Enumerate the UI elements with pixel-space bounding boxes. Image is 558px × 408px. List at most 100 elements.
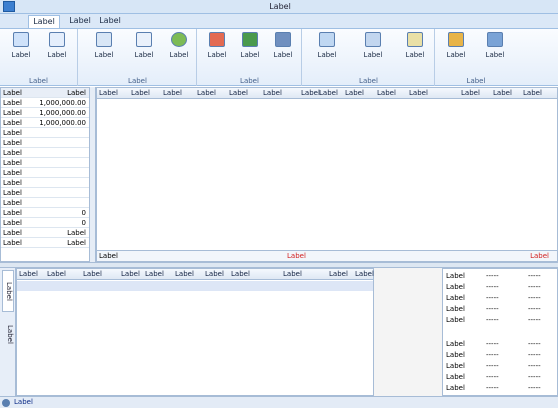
history-icon xyxy=(407,32,423,47)
bid-volume: ----- xyxy=(528,362,541,370)
internal-quotes-label: Label xyxy=(11,51,31,59)
tab-system[interactable]: Label xyxy=(98,15,122,28)
bid-row: Label ----- ----- xyxy=(446,339,556,349)
quote-col-header[interactable]: Label xyxy=(47,270,66,278)
today-delegation-button[interactable]: Label xyxy=(305,32,349,59)
holdings-col-header[interactable]: Label xyxy=(163,89,182,97)
holdings-hint: Label xyxy=(287,252,306,260)
holdings-col-header[interactable]: Label xyxy=(319,89,338,97)
account-row-key: Label xyxy=(3,99,22,107)
tab-self-selected-stocks[interactable]: Label xyxy=(2,270,14,312)
quote-col-header[interactable]: Label xyxy=(231,270,250,278)
account-row: Label xyxy=(1,128,89,138)
holdings-col-header[interactable]: Label xyxy=(99,89,118,97)
internal-quotes-button[interactable]: Label xyxy=(4,32,38,59)
holdings-col-header[interactable]: Label xyxy=(131,89,150,97)
ribbon-group-query: Label Label Label Label xyxy=(303,29,435,86)
account-row-value: 0 xyxy=(81,219,86,227)
app-window: Label Label Label Label Label Label Labe… xyxy=(0,0,558,408)
quote-col-header[interactable]: Label xyxy=(175,270,194,278)
account-row: Label xyxy=(1,148,89,158)
holdings-col-header[interactable]: Label xyxy=(263,89,282,97)
holdings-count: Label xyxy=(99,252,118,260)
today-transactions-button[interactable]: Label xyxy=(350,32,396,59)
account-row-key: Label xyxy=(3,159,22,167)
holdings-col-header[interactable]: Label xyxy=(523,89,542,97)
globe-icon xyxy=(171,32,187,47)
ask-row: Label ----- ----- xyxy=(446,282,556,292)
user-info-icon xyxy=(96,32,112,47)
account-row-key: Label xyxy=(3,129,22,137)
user-info-button[interactable]: Label xyxy=(82,32,126,59)
holdings-col-header[interactable]: Label xyxy=(345,89,364,97)
stock-tracker-button[interactable]: Label xyxy=(438,32,474,59)
bid-label: Label xyxy=(446,384,465,392)
line-chart-icon xyxy=(13,32,29,47)
holdings-col-header[interactable]: Label xyxy=(197,89,216,97)
cancel-order-button[interactable]: Label xyxy=(267,32,299,59)
status-bar: Label xyxy=(0,396,558,408)
short-line-tracker-button[interactable]: Label xyxy=(476,32,514,59)
account-row: Label xyxy=(1,168,89,178)
account-row-value: Label xyxy=(67,229,86,237)
external-quotes-button[interactable]: Label xyxy=(40,32,74,59)
account-row: Label xyxy=(1,158,89,168)
stock-tracker-label: Label xyxy=(446,51,466,59)
menu-tab-bar: Label Label Label xyxy=(0,14,558,28)
tab-main-function[interactable]: Label xyxy=(28,15,60,28)
holdings-col-header[interactable]: Label xyxy=(409,89,428,97)
bid-label: Label xyxy=(446,362,465,370)
order-book-panel: Label ----- ----- Label ----- ----- Label ---… xyxy=(442,268,558,396)
account-row-key: Label xyxy=(3,219,22,227)
external-quotes-label: Label xyxy=(47,51,67,59)
quote-col-header[interactable]: Label xyxy=(121,270,140,278)
bid-row: Label ----- ----- xyxy=(446,361,556,371)
ask-row: Label ----- ----- xyxy=(446,315,556,325)
account-row-key: Label xyxy=(3,139,22,147)
sell-button[interactable]: Label xyxy=(234,32,266,59)
bid-price: ----- xyxy=(486,373,499,381)
group-caption-query: Label xyxy=(359,77,378,85)
account-row-key: Label xyxy=(3,209,22,217)
quote-col-header[interactable]: Label xyxy=(145,270,164,278)
group-caption-quotes: Label xyxy=(29,77,48,85)
quote-col-header[interactable]: Label xyxy=(283,270,302,278)
performance-report-button[interactable]: Label xyxy=(127,32,161,59)
ask-label: Label xyxy=(446,283,465,291)
holdings-col-header[interactable]: Label xyxy=(377,89,396,97)
account-header-row: Label Label xyxy=(1,88,89,98)
account-summary-panel: Label Label Label 1,000,000.00 Label 1,000… xyxy=(0,87,90,262)
personal-home-button[interactable]: Label xyxy=(162,32,196,59)
holdings-col-header[interactable]: Label xyxy=(229,89,248,97)
operation-help-link[interactable]: Label xyxy=(530,252,549,260)
quote-col-header[interactable]: Label xyxy=(205,270,224,278)
group-caption-trade: Label xyxy=(240,77,259,85)
quote-selected-row[interactable] xyxy=(17,281,373,291)
account-row-key: Label xyxy=(3,109,22,117)
holdings-col-header[interactable]: Label xyxy=(461,89,480,97)
account-row-key: Label xyxy=(3,189,22,197)
tab-newest-stocks[interactable]: Label xyxy=(2,314,14,354)
bid-row: Label ----- ----- xyxy=(446,372,556,382)
feather-icon xyxy=(487,32,503,47)
history-transactions-button[interactable]: Label xyxy=(398,32,432,59)
account-row: Label 1,000,000.00 xyxy=(1,108,89,118)
account-header-value: Label xyxy=(67,89,86,97)
holdings-col-header[interactable]: Label xyxy=(301,89,320,97)
tab-service[interactable]: Label xyxy=(66,15,94,28)
holdings-col-header[interactable]: Label xyxy=(493,89,512,97)
account-row-key: Label xyxy=(3,199,22,207)
bid-volume: ----- xyxy=(528,340,541,348)
quote-col-header[interactable]: Label xyxy=(19,270,38,278)
account-row: Label xyxy=(1,188,89,198)
buy-label: Label xyxy=(207,51,227,59)
user-info-label: Label xyxy=(94,51,114,59)
buy-button[interactable]: Label xyxy=(201,32,233,59)
account-row: Label xyxy=(1,198,89,208)
status-message[interactable]: Label xyxy=(14,398,33,406)
account-row: Label 1,000,000.00 xyxy=(1,98,89,108)
quote-col-header[interactable]: Label xyxy=(355,270,374,278)
quote-col-header[interactable]: Label xyxy=(83,270,102,278)
quote-col-header[interactable]: Label xyxy=(329,270,348,278)
account-row-value: 1,000,000.00 xyxy=(39,109,86,117)
